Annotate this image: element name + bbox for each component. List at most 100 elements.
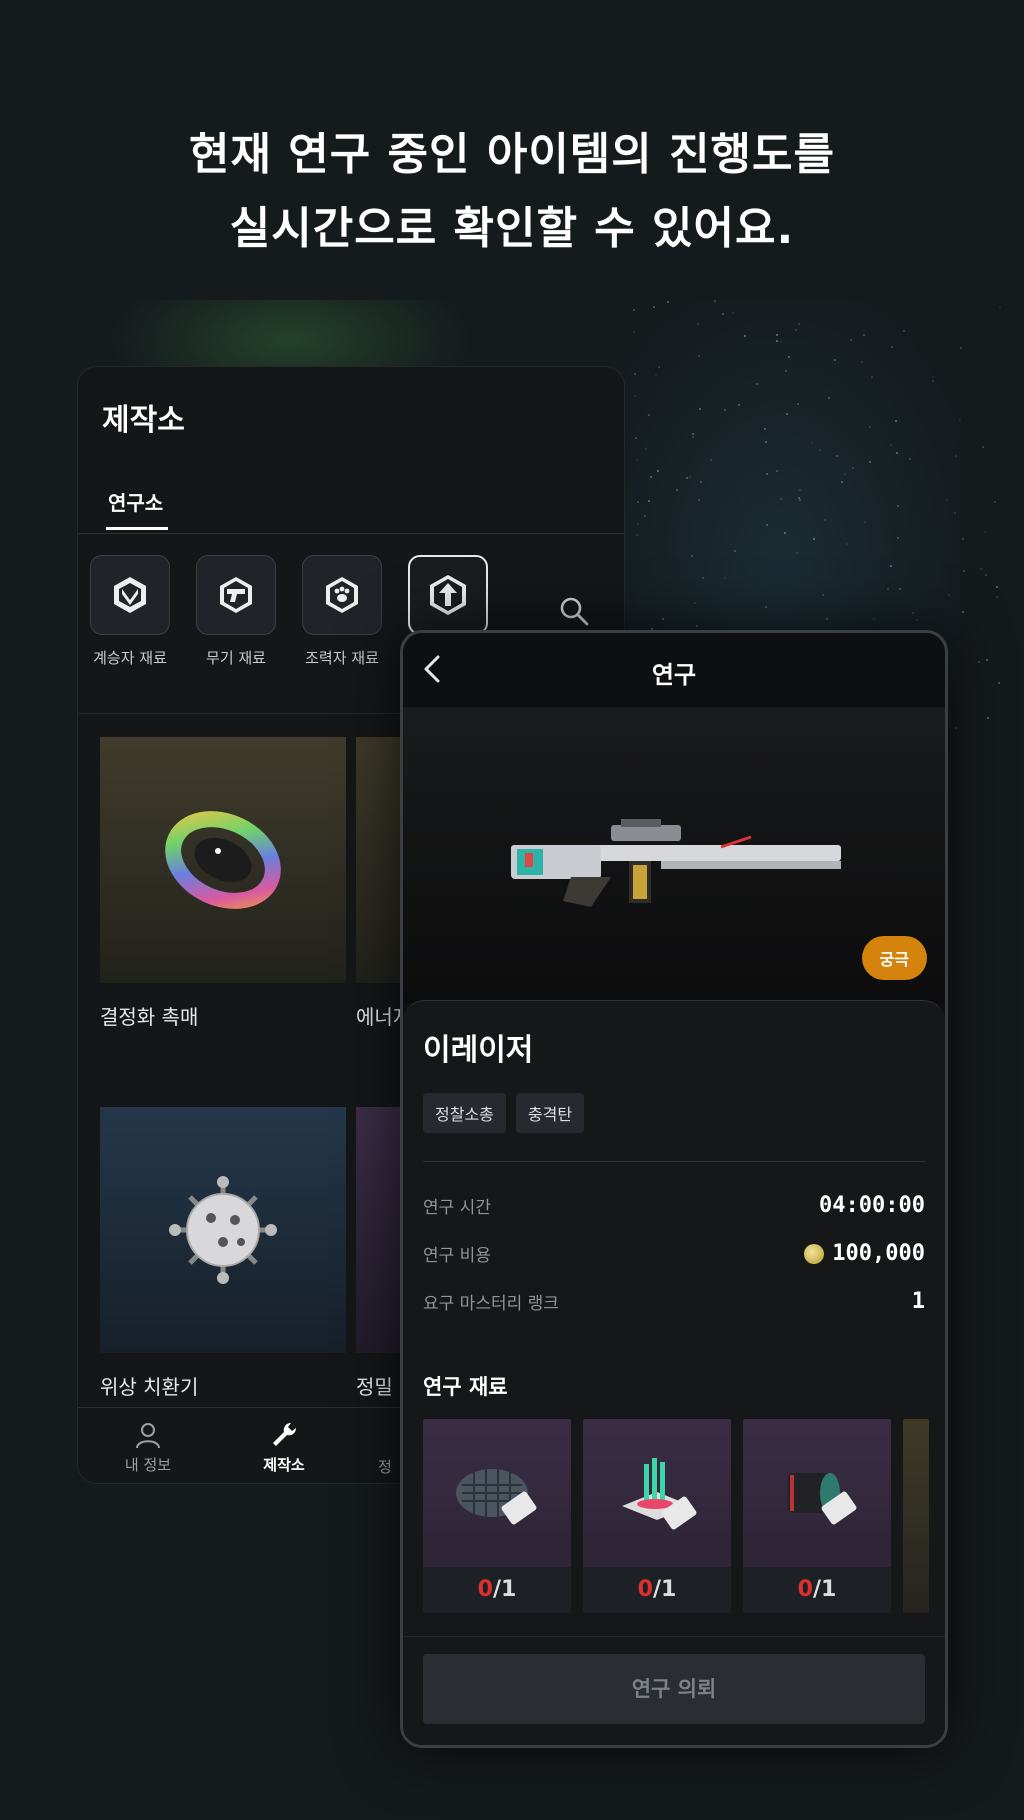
research-detail-screen: 연구 궁극 이레이저 정찰소총 충격탄 연구 시간 04:00:00 연구 비용… (400, 630, 948, 1748)
nav-my-info[interactable]: 내 정보 (98, 1420, 198, 1475)
dust-particle (894, 420, 897, 423)
dust-particle (690, 554, 693, 557)
category-weapon-materials[interactable]: 무기 재료 (188, 555, 284, 668)
material-card[interactable]: 0/1 (423, 1419, 571, 1613)
materials-list: 0/1 0/1 0/1 (423, 1419, 945, 1613)
page-title: 제작소 (102, 403, 185, 438)
dust-particle (738, 404, 740, 407)
dust-particle (723, 576, 726, 579)
dust-particle (872, 618, 875, 621)
dust-particle (766, 523, 769, 526)
dust-particle (796, 403, 799, 406)
dust-particle (694, 602, 697, 605)
dust-particle (932, 380, 935, 383)
paw-icon (302, 555, 382, 635)
dust-particle (649, 475, 652, 478)
dust-particle (780, 340, 783, 343)
search-icon[interactable] (558, 595, 590, 631)
category-label: 계승자 재료 (93, 649, 167, 667)
dust-particle (699, 408, 702, 411)
dust-particle (994, 500, 997, 503)
shield-chevron-icon (90, 555, 170, 635)
divider (423, 1161, 925, 1162)
dust-particle (824, 519, 827, 522)
dust-particle (995, 585, 998, 588)
dust-particle (997, 681, 1000, 684)
dust-particle (689, 475, 692, 478)
dust-particle (634, 394, 637, 397)
stat-value: 1 (911, 1289, 925, 1314)
dust-particle (827, 396, 830, 399)
material-card[interactable]: 0/1 (583, 1419, 731, 1613)
dust-particle (797, 323, 800, 326)
material-count: 0/1 (743, 1567, 891, 1613)
dust-particle (647, 414, 650, 417)
dust-particle (909, 458, 912, 461)
request-research-button[interactable]: 연구 의뢰 (423, 1654, 925, 1724)
nav-workshop[interactable]: 제작소 (234, 1420, 334, 1475)
dust-particle (984, 574, 987, 577)
dust-particle (844, 472, 847, 475)
dust-particle (916, 618, 919, 621)
dust-particle (861, 361, 864, 364)
dust-particle (696, 625, 698, 628)
dust-particle (713, 300, 716, 302)
dust-particle (795, 328, 798, 331)
dust-particle (648, 499, 651, 502)
item-name: 위상 치환기 (100, 1375, 199, 1399)
dust-particle (785, 370, 788, 373)
dust-particle (780, 497, 783, 500)
dust-particle (666, 301, 669, 304)
category-label: 무기 재료 (206, 649, 266, 667)
dust-particle (947, 594, 950, 597)
dust-particle (653, 305, 656, 308)
item-card[interactable]: 결정화 촉매 (100, 737, 346, 1030)
dust-particle (723, 409, 726, 412)
dust-particle (697, 499, 700, 502)
dust-particle (895, 452, 898, 454)
stat-research-time: 연구 시간 04:00:00 (423, 1193, 925, 1218)
dust-particle (986, 659, 989, 662)
stat-label: 연구 시간 (423, 1198, 491, 1218)
stat-research-cost: 연구 비용 100,000 (423, 1241, 925, 1266)
dust-particle (868, 460, 871, 463)
pistol-icon (196, 555, 276, 635)
tab-research-lab[interactable]: 연구소 (108, 487, 163, 516)
dust-particle (798, 488, 801, 491)
material-card[interactable]: 0/1 (743, 1419, 891, 1613)
category-helper-materials[interactable]: 조력자 재료 (294, 555, 390, 668)
dust-particle (897, 537, 900, 540)
stat-value: 100,000 (804, 1241, 925, 1266)
dust-particle (818, 448, 821, 451)
dust-particle (953, 511, 956, 514)
dust-particle (643, 515, 646, 518)
dust-particle (796, 552, 799, 555)
dust-particle (654, 374, 657, 377)
dust-particle (868, 426, 871, 429)
dust-particle (825, 617, 828, 620)
stat-mastery-rank: 요구 마스터리 랭크 1 (423, 1289, 925, 1314)
category-successor-materials[interactable]: 계승자 재료 (82, 555, 178, 668)
dust-particle (813, 537, 816, 540)
dust-particle (732, 312, 735, 315)
item-card[interactable]: 위상 치환기 (100, 1107, 346, 1400)
dust-particle (734, 550, 737, 553)
dust-particle (983, 531, 986, 534)
dust-particle (841, 480, 844, 483)
dust-particle (633, 330, 636, 333)
dust-particle (657, 366, 660, 369)
dust-particle (765, 440, 768, 443)
dust-particle (955, 455, 958, 458)
material-count: 0/1 (583, 1567, 731, 1613)
dust-particle (764, 427, 767, 430)
dust-particle (686, 477, 689, 480)
header: 연구 (403, 633, 945, 707)
dust-particle (764, 606, 767, 609)
dust-particle (710, 458, 713, 461)
dust-particle (721, 313, 724, 316)
dust-particle (870, 375, 873, 378)
dust-particle (862, 334, 865, 337)
dust-particle (999, 306, 1002, 309)
material-card-partial[interactable] (903, 1419, 929, 1613)
rifle-image (511, 819, 841, 907)
